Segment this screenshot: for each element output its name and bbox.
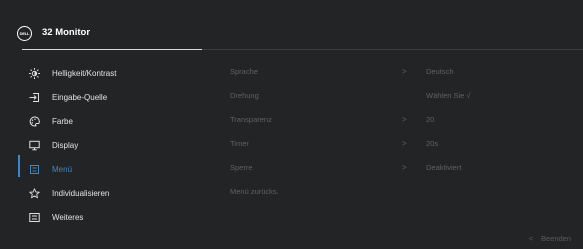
submenu-value: 20s [426, 139, 439, 148]
submenu-label: Transparenz [230, 115, 272, 124]
submenu-row-language[interactable]: Sprache > Deutsch [0, 67, 583, 83]
menu-item-others[interactable]: Weiteres [0, 205, 210, 229]
header-divider [202, 49, 583, 50]
menu-item-label: Weiteres [52, 212, 84, 222]
submenu-label: Drehung [230, 91, 259, 100]
submenu-value: Deutsch [426, 67, 454, 76]
exit-label: Beenden [540, 234, 571, 243]
submenu-label: Sprache [230, 67, 258, 76]
others-icon [29, 212, 40, 223]
osd-header: DELL 32 Monitor [0, 0, 583, 48]
submenu-value: Deaktiviert [426, 163, 462, 172]
chevron-right-icon: > [402, 139, 407, 148]
chevron-left-icon: < [528, 234, 533, 243]
submenu-value: 20 [426, 115, 435, 124]
submenu-row-lock[interactable]: Sperre > Deaktiviert [0, 163, 583, 179]
chevron-right-icon: > [402, 115, 407, 124]
submenu-row-transparency[interactable]: Transparenz > 20 [0, 115, 583, 131]
chevron-right-icon: > [402, 163, 407, 172]
submenu-row-menu-reset[interactable]: Menü zurücks. [0, 187, 583, 203]
monitor-title: 32 Monitor [42, 27, 91, 38]
submenu-label: Menü zurücks. [230, 187, 279, 196]
submenu-label: Timer [230, 139, 249, 148]
submenu-row-rotation[interactable]: Drehung Wählen Sie √ [0, 91, 583, 107]
dell-logo-icon: DELL [17, 26, 32, 41]
submenu-value: Wählen Sie √ [426, 91, 471, 100]
submenu-row-timer[interactable]: Timer > 20s [0, 139, 583, 155]
chevron-right-icon: > [402, 67, 407, 76]
exit-button[interactable]: < Beenden [529, 234, 571, 243]
logo-text: DELL [19, 31, 30, 36]
submenu-label: Sperre [230, 163, 253, 172]
header-divider-active [22, 49, 202, 50]
monitor-osd: DELL 32 Monitor Helligkeit/Kontrast Eing… [0, 0, 583, 249]
